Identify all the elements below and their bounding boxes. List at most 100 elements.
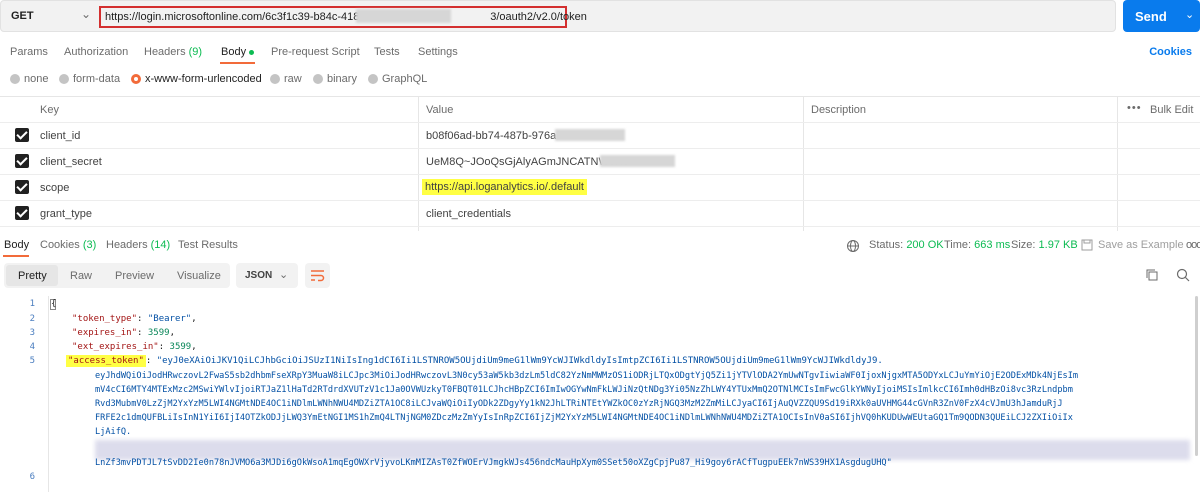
view-preview[interactable]: Preview	[115, 270, 154, 282]
token-wrap-line: eyJhdWQiOiJodHRwczovL2FwaS5sb2dhbmFseXRp…	[95, 371, 1079, 381]
format-dropdown[interactable]: JSON ⌄	[236, 263, 298, 288]
token-redacted-blur	[95, 440, 1190, 460]
radio-selected-icon	[131, 74, 141, 84]
save-as-example-button[interactable]: Save as Example	[1098, 239, 1184, 251]
token-wrap-line: LnZf3mvPDTJL7tSvDD2Ie0n78nJVMO6a3MJDi6gO…	[95, 458, 892, 468]
radio-binary[interactable]: binary	[313, 73, 357, 85]
json-key-highlighted: "access_token"	[66, 355, 146, 367]
row-checkbox[interactable]	[15, 154, 29, 168]
value-redacted-blur	[600, 155, 675, 167]
param-key[interactable]: scope	[40, 182, 69, 194]
time-value: 663 ms	[974, 239, 1011, 251]
time-label: Time:	[944, 239, 972, 251]
status-value: 200 OK	[906, 239, 944, 251]
row-checkbox[interactable]	[15, 206, 29, 220]
tab-label: Headers	[106, 239, 148, 251]
view-visualize[interactable]: Visualize	[177, 270, 221, 282]
token-wrap-line: LjAifQ.	[95, 427, 132, 437]
chevron-down-icon[interactable]: ⌄	[81, 7, 91, 21]
radio-label: binary	[327, 73, 357, 85]
param-value[interactable]: b08f06ad-bb74-487b-976a	[426, 130, 556, 142]
json-key: "ext_expires_in"	[72, 342, 159, 352]
tab-body-label: Body	[221, 46, 247, 58]
table-row: grant_type client_credentials	[0, 201, 1200, 227]
wrap-lines-button[interactable]	[305, 263, 330, 288]
size-label: Size:	[1011, 239, 1036, 251]
radio-circle-icon	[368, 74, 378, 84]
tab-settings[interactable]: Settings	[418, 46, 458, 58]
line-number: 6	[29, 472, 35, 482]
radio-form-data[interactable]: form-data	[59, 73, 120, 85]
tab-tests[interactable]: Tests	[374, 46, 400, 58]
tab-count: (14)	[150, 239, 171, 251]
radio-raw[interactable]: raw	[270, 73, 302, 85]
copy-icon[interactable]	[1145, 268, 1161, 284]
url-bar: GET ⌄ https://login.microsoftonline.com/…	[0, 0, 1116, 32]
param-key[interactable]: client_secret	[40, 156, 102, 168]
bulk-edit-link[interactable]: Bulk Edit	[1150, 104, 1193, 116]
tab-pre-request-script[interactable]: Pre-request Script	[271, 46, 360, 58]
tab-response-headers[interactable]: Headers (14)	[106, 239, 170, 251]
radio-label: raw	[284, 73, 302, 85]
json-key: "token_type"	[72, 314, 138, 324]
more-options-icon[interactable]: •••	[1127, 102, 1142, 114]
json-key: "expires_in"	[72, 328, 138, 338]
cookies-link[interactable]: Cookies	[1149, 46, 1192, 58]
response-toolbar: Pretty Raw Preview Visualize JSON ⌄	[0, 263, 1200, 289]
tab-label: Cookies	[40, 239, 80, 251]
param-value[interactable]: client_credentials	[426, 208, 511, 220]
param-value[interactable]: https://api.loganalytics.io/.default	[422, 179, 587, 195]
tab-test-results[interactable]: Test Results	[178, 239, 238, 251]
token-wrap-line: Rvd3MubmV0LzZjM2YxYzM5LWI4NGMtNDE4OC1iND…	[95, 399, 1063, 409]
json-value: 3599	[147, 328, 170, 338]
row-checkbox[interactable]	[15, 128, 29, 142]
send-chevron-icon[interactable]: ⌄	[1185, 8, 1194, 21]
url-input[interactable]: https://login.microsoftonline.com/6c3f1c…	[105, 11, 587, 23]
line-number: 4	[29, 342, 35, 352]
tab-headers-count: (9)	[188, 46, 203, 58]
param-key[interactable]: client_id	[40, 130, 80, 142]
radio-graphql[interactable]: GraphQL	[368, 73, 427, 85]
active-tab-underline	[3, 255, 29, 257]
line-number: 5	[29, 356, 35, 366]
url-end: 3/oauth2/v2.0/token	[490, 11, 587, 23]
format-label: JSON	[245, 270, 273, 281]
row-checkbox[interactable]	[15, 180, 29, 194]
method-select[interactable]: GET	[11, 10, 34, 22]
tab-response-cookies[interactable]: Cookies (3)	[40, 239, 96, 251]
column-header-key: Key	[40, 104, 59, 116]
param-key[interactable]: grant_type	[40, 208, 92, 220]
search-icon[interactable]	[1176, 268, 1192, 284]
url-start: https://login.microsoftonline.com/6c3f1c…	[105, 11, 395, 23]
radio-none[interactable]: none	[10, 73, 48, 85]
globe-icon	[846, 239, 860, 256]
view-mode-switcher: Pretty Raw Preview Visualize	[4, 263, 230, 288]
more-options-icon[interactable]: ooo	[1186, 239, 1200, 251]
vertical-scrollbar[interactable]	[1195, 296, 1198, 456]
tab-headers[interactable]: Headers (9)	[144, 46, 202, 58]
request-tabs: Params Authorization Headers (9) Body Pr…	[0, 40, 1200, 64]
wrap-lines-icon	[311, 270, 325, 282]
table-row: client_id b08f06ad-bb74-487b-976a	[0, 123, 1200, 149]
chevron-down-icon: ⌄	[279, 269, 289, 281]
tab-params[interactable]: Params	[10, 46, 48, 58]
code-line: "expires_in": 3599,	[72, 328, 175, 338]
param-value[interactable]: UeM8Q~JOoQsGjAlyAGmJNCATNW5H6	[426, 156, 629, 168]
tab-body[interactable]: Body	[221, 46, 255, 58]
code-line: "token_type": "Bearer",	[72, 314, 197, 324]
status-readout: Status: 200 OK	[869, 239, 944, 251]
tab-authorization[interactable]: Authorization	[64, 46, 128, 58]
view-pretty[interactable]: Pretty	[18, 270, 47, 282]
line-number-gutter: 1 2 3 4 5 6	[0, 296, 46, 492]
url-redacted-blur	[356, 9, 451, 23]
radio-circle-icon	[270, 74, 280, 84]
params-table: Key Value Description ••• Bulk Edit clie…	[0, 96, 1200, 231]
view-raw[interactable]: Raw	[70, 270, 92, 282]
response-code-viewer[interactable]: 1 2 3 4 5 6 { "token_type": "Bearer", "e…	[0, 296, 1200, 492]
active-tab-underline	[220, 62, 255, 64]
radio-circle-icon	[10, 74, 20, 84]
radio-x-www-form-urlencoded[interactable]: x-www-form-urlencoded	[131, 73, 262, 85]
tab-response-body[interactable]: Body	[4, 239, 29, 251]
token-wrap-line: mV4cCI6MTY4MTExMzc2MSwiYWlvIjoiRTJaZ1lHa…	[95, 385, 1073, 395]
table-row: scope https://api.loganalytics.io/.defau…	[0, 175, 1200, 201]
